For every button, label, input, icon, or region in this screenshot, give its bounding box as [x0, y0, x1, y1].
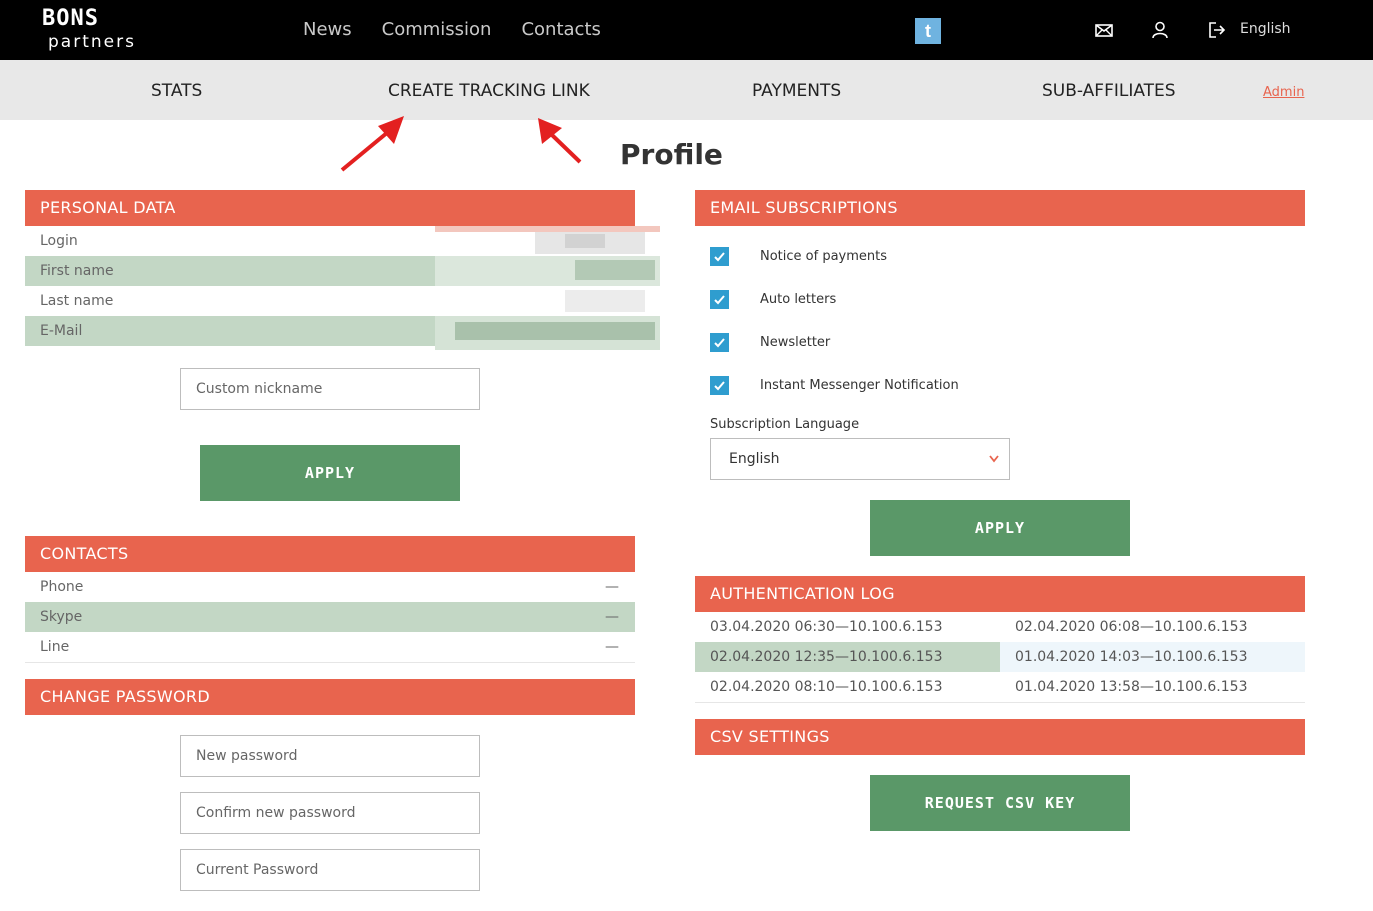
language-switcher[interactable]: English [1240, 20, 1291, 38]
bons-partners-logo[interactable]: BONS partners [40, 6, 150, 54]
contacts-row-phone: Phone — [25, 572, 635, 602]
mail-icon[interactable] [1094, 20, 1114, 40]
checkbox-label: Instant Messenger Notification [760, 378, 959, 393]
logo-wordmark: BONS [42, 6, 99, 31]
change-password-header: CHANGE PASSWORD [25, 679, 635, 715]
nav-commission-link[interactable]: Commission [382, 19, 492, 41]
csv-settings-header: CSV SETTINGS [695, 719, 1305, 755]
user-icon[interactable] [1150, 20, 1170, 40]
page-title: Profile [620, 138, 723, 171]
row-label: First name [40, 263, 114, 279]
contacts-row-skype: Skype — [25, 602, 635, 632]
check-icon [714, 252, 725, 262]
contacts-row-line: Line — [25, 632, 635, 662]
nav-news-link[interactable]: News [303, 19, 352, 41]
log-entry: 03.04.2020 06:30—10.100.6.153 [710, 619, 943, 635]
log-entry: 02.04.2020 12:35—10.100.6.153 [695, 642, 1000, 672]
top-nav: News Commission Contacts [303, 19, 631, 41]
tab-create-tracking-link[interactable]: CREATE TRACKING LINK [388, 80, 590, 102]
checkbox-label: Notice of payments [760, 249, 888, 264]
log-entry: 01.04.2020 13:58—10.100.6.153 [1015, 679, 1248, 695]
redacted-value [435, 256, 660, 286]
personal-data-header: PERSONAL DATA [25, 190, 635, 226]
check-icon [714, 381, 725, 391]
checkbox-label: Newsletter [760, 335, 831, 350]
tab-stats[interactable]: STATS [151, 80, 202, 102]
divider [695, 702, 1305, 703]
row-label: Phone [40, 579, 84, 595]
authentication-log-header: AUTHENTICATION LOG [695, 576, 1305, 612]
divider [25, 662, 635, 663]
personal-data-apply-button[interactable]: APPLY [200, 445, 460, 501]
redacted-value [435, 286, 660, 316]
check-icon [714, 295, 725, 305]
confirm-password-input[interactable] [180, 792, 480, 834]
personal-data-row-last-name: Last name [25, 286, 645, 316]
twitter-icon[interactable]: t [915, 18, 941, 44]
contacts-header: CONTACTS [25, 536, 635, 572]
current-password-input[interactable] [180, 849, 480, 891]
personal-data-row-first-name: First name [25, 256, 660, 286]
row-label: Line [40, 639, 70, 655]
checkbox-newsletter[interactable] [710, 333, 729, 352]
row-label: E-Mail [40, 323, 83, 339]
top-bar: BONS partners News Commission Contacts t… [0, 0, 1373, 60]
row-value: — [605, 579, 619, 595]
row-label: Skype [40, 609, 83, 625]
personal-data-row-login: Login [25, 226, 660, 256]
custom-nickname-input[interactable] [180, 368, 480, 410]
check-icon [714, 338, 725, 348]
row-value: — [605, 609, 619, 625]
checkbox-instant-messenger[interactable] [710, 376, 729, 395]
personal-data-row-email: E-Mail [25, 316, 660, 350]
subscription-language-label: Subscription Language [710, 417, 860, 432]
logo-subtitle: partners [48, 32, 136, 52]
subscriptions-apply-button[interactable]: APPLY [870, 500, 1130, 556]
twitter-glyph: t [925, 20, 931, 41]
subscription-language-select[interactable]: English [710, 438, 1010, 480]
log-entry: 02.04.2020 06:08—10.100.6.153 [1015, 619, 1248, 635]
row-value: — [605, 639, 619, 655]
chevron-down-icon [989, 439, 999, 495]
tab-payments[interactable]: PAYMENTS [752, 80, 841, 102]
checkbox-notice-of-payments[interactable] [710, 247, 729, 266]
log-entry: 02.04.2020 08:10—10.100.6.153 [710, 679, 943, 695]
checkbox-auto-letters[interactable] [710, 290, 729, 309]
logout-icon[interactable] [1207, 20, 1227, 40]
row-label: Login [40, 233, 78, 249]
tab-sub-affiliates[interactable]: SUB-AFFILIATES [1042, 80, 1176, 102]
redacted-value [435, 316, 660, 350]
nav-contacts-link[interactable]: Contacts [521, 19, 600, 41]
email-subscriptions-header: EMAIL SUBSCRIPTIONS [695, 190, 1305, 226]
new-password-input[interactable] [180, 735, 480, 777]
select-value: English [729, 451, 780, 467]
row-label: Last name [40, 293, 114, 309]
section-nav: STATS CREATE TRACKING LINK PAYMENTS SUB-… [0, 60, 1373, 120]
checkbox-label: Auto letters [760, 292, 837, 307]
annotation-arrows [340, 116, 582, 172]
log-entry: 01.04.2020 14:03—10.100.6.153 [1000, 642, 1305, 672]
admin-link[interactable]: Admin [1263, 82, 1304, 104]
request-csv-key-button[interactable]: REQUEST CSV KEY [870, 775, 1130, 831]
redacted-value [435, 226, 660, 256]
